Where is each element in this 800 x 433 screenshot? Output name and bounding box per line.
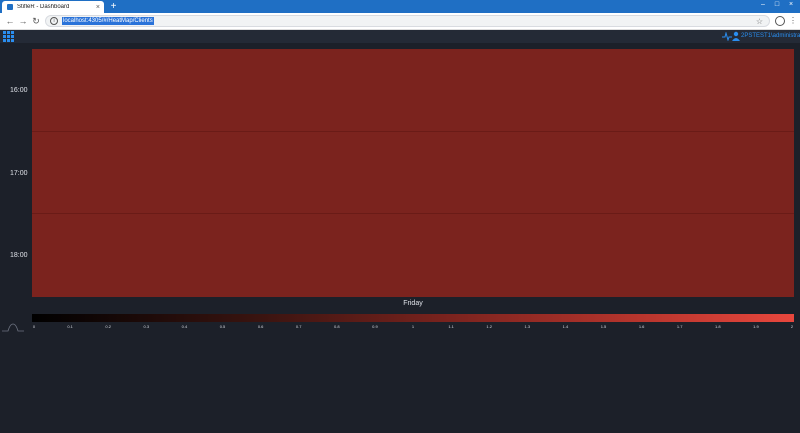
browser-tab[interactable]: StifleR - Dashboard × xyxy=(2,1,104,13)
color-scale-tick: 1.5 xyxy=(600,324,607,329)
heatmap-row-divider xyxy=(32,213,794,214)
color-scale-tick: 0.4 xyxy=(181,324,188,329)
color-scale-tick: 1.9 xyxy=(753,324,759,329)
apps-grid-icon[interactable] xyxy=(3,31,14,42)
color-scale-tick: 1.7 xyxy=(676,324,683,329)
y-axis-label-1600: 16:00 xyxy=(10,87,28,94)
favicon-icon xyxy=(7,4,13,10)
color-scale-tick: 0.6 xyxy=(257,324,264,329)
window-controls: – □ × xyxy=(756,0,798,10)
color-scale-tick: 0.8 xyxy=(334,324,340,329)
minimize-button[interactable]: – xyxy=(756,0,770,10)
browser-toolbar: ← → ↻ i localhost:4305/#/HeatMap/Clients… xyxy=(0,13,800,30)
new-tab-button[interactable]: + xyxy=(108,1,119,12)
browser-tab-bar: StifleR - Dashboard × + – □ × xyxy=(0,0,800,13)
heatmap-plot xyxy=(32,49,794,297)
address-bar[interactable]: i localhost:4305/#/HeatMap/Clients ☆ xyxy=(45,15,770,27)
user-icon[interactable] xyxy=(732,31,740,41)
color-scale-tick: 2 xyxy=(790,324,794,329)
activity-icon[interactable] xyxy=(722,32,732,41)
color-scale-tick: 1.4 xyxy=(562,324,569,329)
forward-icon[interactable]: → xyxy=(17,15,29,27)
bookmark-star-icon[interactable]: ☆ xyxy=(756,16,763,27)
sparkline-icon xyxy=(2,323,24,332)
close-window-button[interactable]: × xyxy=(784,0,798,10)
color-scale-tick: 0.2 xyxy=(105,324,111,329)
color-scale-tick: 0.7 xyxy=(295,324,302,329)
color-scale-tick: 1.6 xyxy=(638,324,645,329)
reload-icon[interactable]: ↻ xyxy=(30,15,42,27)
color-scale-tick: 1.8 xyxy=(715,324,721,329)
y-axis-label-1800: 18:00 xyxy=(10,252,28,259)
color-scale-tick: 1.3 xyxy=(524,324,531,329)
color-scale-tick: 0.9 xyxy=(372,324,378,329)
account-icon[interactable] xyxy=(775,16,785,26)
color-scale-tick: 0.3 xyxy=(143,324,150,329)
heatmap-row-divider xyxy=(32,131,794,132)
color-scale-bar xyxy=(32,314,794,322)
x-axis-label: Friday xyxy=(403,300,423,307)
tab-title: StifleR - Dashboard xyxy=(17,4,70,10)
color-scale-tick: 0 xyxy=(32,324,36,329)
app-header: 2PSTEST1\administrator xyxy=(0,30,800,43)
user-name[interactable]: 2PSTEST1\administrator xyxy=(741,31,800,42)
menu-icon[interactable]: ⋮ xyxy=(789,15,797,27)
back-icon[interactable]: ← xyxy=(4,15,16,27)
color-scale-tick: 1.1 xyxy=(448,324,454,329)
url-text[interactable]: localhost:4305/#/HeatMap/Clients xyxy=(62,17,154,25)
info-icon[interactable]: i xyxy=(50,17,58,25)
color-scale-tick: 0.1 xyxy=(67,324,73,329)
color-scale-tick: 1.2 xyxy=(486,324,492,329)
y-axis-label-1700: 17:00 xyxy=(10,170,28,177)
color-scale-tick: 1 xyxy=(411,324,415,329)
maximize-button[interactable]: □ xyxy=(770,0,784,10)
color-scale-tick: 0.5 xyxy=(219,324,226,329)
tab-close-icon[interactable]: × xyxy=(96,4,100,11)
